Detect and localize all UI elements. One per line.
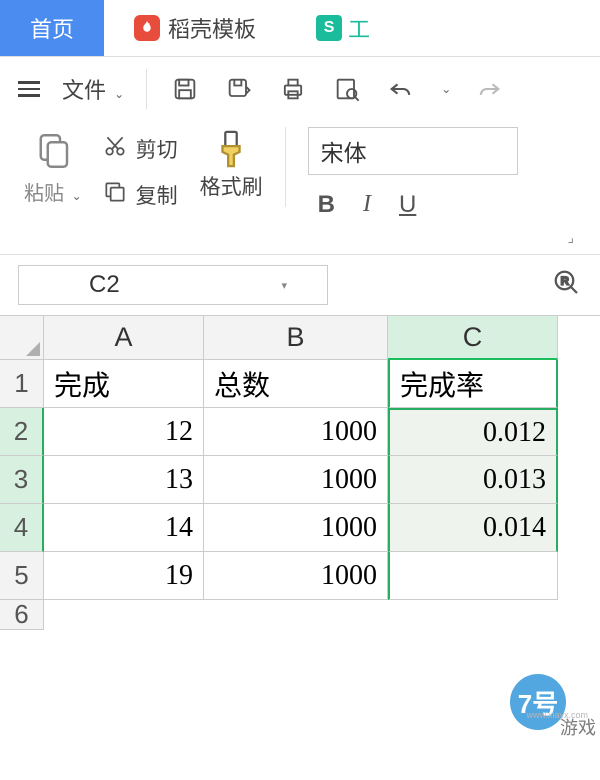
watermark: 7号 www.xiayx.com 游戏 <box>486 670 596 740</box>
cell[interactable]: 0.012 <box>388 408 558 456</box>
row-header[interactable]: 2 <box>0 408 44 456</box>
print-icon[interactable] <box>277 73 309 105</box>
redo-icon[interactable] <box>473 73 505 105</box>
menu-icon[interactable] <box>18 81 40 97</box>
cell[interactable] <box>388 552 558 600</box>
name-box-value: C2 <box>89 271 120 299</box>
tab-sheet-label: 工 <box>348 12 370 44</box>
flame-icon <box>134 15 160 41</box>
cut-label: 剪切 <box>136 134 178 164</box>
format-brush-icon[interactable] <box>210 127 252 171</box>
svg-text:R: R <box>561 275 569 287</box>
paste-button[interactable]: 粘贴 ⌄ <box>24 177 82 206</box>
cell[interactable]: 12 <box>44 408 204 456</box>
tab-daoke[interactable]: 稻壳模板 <box>104 0 286 56</box>
cell[interactable]: 1000 <box>204 456 388 504</box>
search-icon[interactable]: R <box>552 268 582 303</box>
select-all-corner[interactable] <box>0 316 44 360</box>
undo-dropdown[interactable]: ⌄ <box>441 82 451 96</box>
save-as-icon[interactable] <box>223 73 255 105</box>
ribbon-expand-icon[interactable]: ⌟ <box>18 229 582 246</box>
tab-sheet[interactable]: S 工 <box>286 0 400 56</box>
copy-label: 复制 <box>136 180 178 210</box>
row-header[interactable]: 3 <box>0 456 44 504</box>
cell[interactable]: 14 <box>44 504 204 552</box>
row-header[interactable]: 5 <box>0 552 44 600</box>
format-brush-button[interactable]: 格式刷 <box>200 171 263 201</box>
cell[interactable]: 13 <box>44 456 204 504</box>
cell[interactable]: 完成率 <box>388 360 558 408</box>
cut-button[interactable]: 剪切 <box>102 133 178 165</box>
cell[interactable]: 1000 <box>204 504 388 552</box>
italic-button[interactable]: I <box>363 191 371 219</box>
name-box[interactable]: C2 ▾ <box>18 265 328 305</box>
spreadsheet-grid[interactable]: A B C 1 完成 总数 完成率 2 12 1000 0.012 3 13 1… <box>0 315 600 630</box>
print-preview-icon[interactable] <box>331 73 363 105</box>
row-header[interactable]: 1 <box>0 360 44 408</box>
font-select[interactable]: 宋体 <box>308 127 518 175</box>
cell[interactable]: 1000 <box>204 552 388 600</box>
tab-home-label: 首页 <box>30 12 74 44</box>
tab-home[interactable]: 首页 <box>0 0 104 56</box>
row-header[interactable]: 4 <box>0 504 44 552</box>
copy-icon <box>102 179 128 211</box>
bold-button[interactable]: B <box>318 191 335 219</box>
file-menu[interactable]: 文件 ⌄ <box>62 73 124 105</box>
cell[interactable]: 完成 <box>44 360 204 408</box>
separator <box>146 69 147 109</box>
cell[interactable]: 1000 <box>204 408 388 456</box>
copy-button[interactable]: 复制 <box>102 179 178 211</box>
cell[interactable]: 0.013 <box>388 456 558 504</box>
col-header-a[interactable]: A <box>44 316 204 360</box>
chevron-down-icon[interactable]: ▾ <box>281 279 287 292</box>
save-icon[interactable] <box>169 73 201 105</box>
undo-icon[interactable] <box>385 73 417 105</box>
col-header-b[interactable]: B <box>204 316 388 360</box>
row-header[interactable]: 6 <box>0 600 44 630</box>
scissors-icon <box>102 133 128 165</box>
paste-icon[interactable] <box>29 127 77 175</box>
cell[interactable]: 总数 <box>204 360 388 408</box>
col-header-c[interactable]: C <box>388 316 558 360</box>
underline-button[interactable]: U <box>399 191 416 219</box>
sheet-icon: S <box>316 15 342 41</box>
cell[interactable]: 0.014 <box>388 504 558 552</box>
tab-daoke-label: 稻壳模板 <box>168 12 256 44</box>
separator <box>285 127 286 207</box>
cell[interactable]: 19 <box>44 552 204 600</box>
